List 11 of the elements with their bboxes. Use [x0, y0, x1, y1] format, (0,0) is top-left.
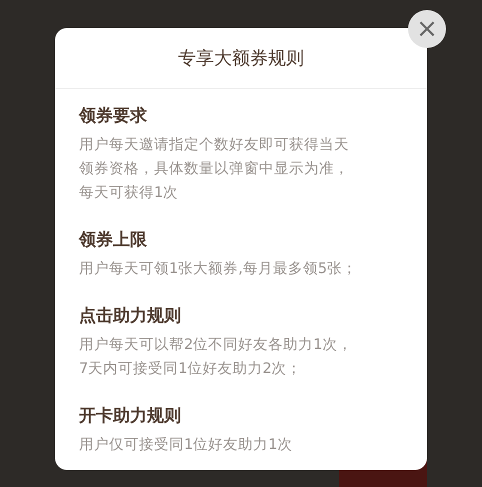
- rule-text: 用户仅可接受同1位好友助力1次: [79, 436, 294, 455]
- rule-text: 7天内可接受同1位好友助力2次；: [79, 360, 303, 379]
- section-heading: 点击助力规则: [79, 305, 182, 328]
- rule-text: 每天可获得1次: [79, 184, 180, 203]
- section-heading: 开卡助力规则: [79, 405, 182, 428]
- section-heading: 领券要求: [79, 105, 148, 128]
- rule-text: 用户每天可以帮2位不同好友各助力1次，: [79, 336, 354, 355]
- rule-text: 领券资格，具体数量以弹窗中显示为准，: [79, 160, 350, 179]
- rule-text: 用户每天可领1张大额券,每月最多领5张；: [79, 260, 358, 279]
- rule-text: 用户每天邀请指定个数好友即可获得当天: [79, 136, 350, 155]
- section-heading: 领券上限: [79, 229, 148, 252]
